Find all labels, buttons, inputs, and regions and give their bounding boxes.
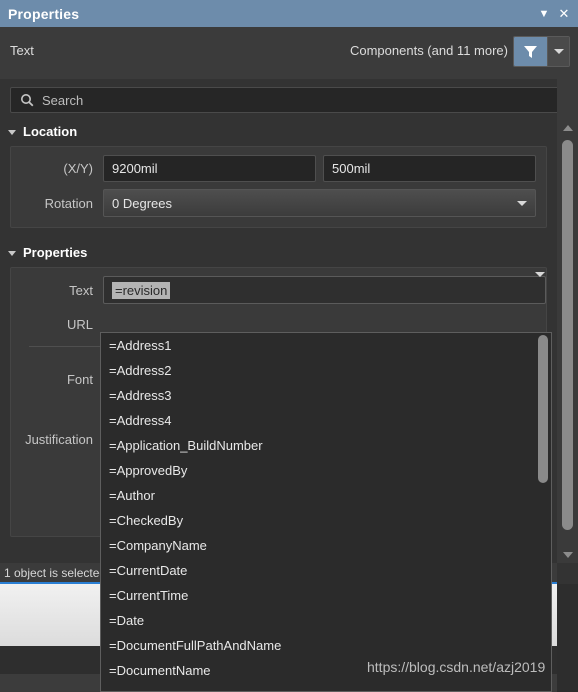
search-icon: [20, 93, 34, 107]
list-item[interactable]: =CompanyName: [101, 533, 551, 558]
xy-label: (X/Y): [63, 161, 93, 176]
section-header-location[interactable]: Location: [0, 120, 557, 142]
rotation-select[interactable]: 0 Degrees: [103, 189, 536, 217]
font-label: Font: [66, 372, 93, 387]
text-dropdown-list[interactable]: =Address1 =Address2 =Address3 =Address4 …: [100, 332, 552, 692]
right-panel-rail: [557, 584, 578, 692]
rotation-label: Rotation: [44, 195, 93, 211]
list-item[interactable]: =Address1: [101, 333, 551, 358]
chevron-down-icon[interactable]: [509, 200, 535, 206]
row-text: Text =revision: [11, 272, 546, 304]
panel-scrollbar[interactable]: [557, 120, 578, 563]
scope-label: Components (and 11 more): [349, 43, 508, 58]
funnel-icon[interactable]: [514, 37, 547, 66]
section-title-location: Location: [23, 123, 78, 139]
list-item[interactable]: =ApprovedBy: [101, 458, 551, 483]
list-item[interactable]: =Address4: [101, 408, 551, 433]
section-title-properties: Properties: [23, 244, 88, 260]
triangle-up-icon[interactable]: [557, 120, 578, 136]
filter-button-group[interactable]: [513, 36, 570, 67]
panel-header: Text Components (and 11 more): [0, 27, 578, 79]
panel-title: Properties: [8, 5, 80, 22]
object-type-label: Text: [10, 43, 34, 58]
search-input[interactable]: Search: [10, 87, 567, 113]
url-label: URL: [66, 317, 93, 332]
triangle-collapse-icon[interactable]: [8, 250, 16, 256]
chevron-down-icon[interactable]: ▼: [534, 3, 554, 25]
x-coordinate-field[interactable]: 9200mil: [103, 155, 316, 182]
list-item[interactable]: =Application_BuildNumber: [101, 433, 551, 458]
list-item[interactable]: =DocumentFullPathAndName: [101, 633, 551, 658]
filter-dropdown-chevron-down-icon[interactable]: [547, 37, 569, 66]
row-xy: (X/Y) 9200mil 500mil: [11, 155, 536, 182]
section-header-properties[interactable]: Properties: [0, 241, 557, 263]
list-item[interactable]: =CheckedBy: [101, 508, 551, 533]
list-item[interactable]: =Date: [101, 608, 551, 633]
close-icon[interactable]: ✕: [554, 3, 574, 25]
triangle-collapse-icon[interactable]: [8, 129, 16, 135]
text-label: Text: [69, 282, 93, 298]
y-coordinate-field[interactable]: 500mil: [323, 155, 536, 182]
screen: Properties ▼ ✕ Text Components (and 11 m…: [0, 0, 578, 692]
row-url: URL: [11, 317, 546, 332]
rotation-value: 0 Degrees: [112, 195, 172, 211]
list-item[interactable]: =Address2: [101, 358, 551, 383]
chevron-down-icon[interactable]: [535, 272, 545, 303]
justification-label: Justification: [25, 432, 93, 447]
dropdown-scrollbar-thumb[interactable]: [538, 335, 548, 483]
list-item[interactable]: =Address3: [101, 383, 551, 408]
text-select[interactable]: =revision: [103, 272, 546, 304]
status-text: 1 object is selected: [4, 565, 107, 580]
panel-titlebar: Properties ▼ ✕: [0, 0, 578, 27]
panel-scrollbar-filler: [557, 79, 578, 120]
panel-scrollbar-thumb[interactable]: [562, 140, 573, 530]
text-value: =revision: [112, 281, 171, 299]
section-body-location: (X/Y) 9200mil 500mil Rotation 0 Degrees: [10, 146, 547, 228]
triangle-down-icon[interactable]: [557, 547, 578, 563]
list-item[interactable]: =Author: [101, 483, 551, 508]
search-placeholder: Search: [42, 92, 84, 108]
list-item[interactable]: =CurrentDate: [101, 558, 551, 583]
dropdown-scrollbar[interactable]: [538, 335, 548, 691]
list-item[interactable]: =CurrentTime: [101, 583, 551, 608]
row-rotation: Rotation 0 Degrees: [11, 189, 536, 217]
watermark: https://blog.csdn.net/azj2019: [367, 659, 546, 675]
